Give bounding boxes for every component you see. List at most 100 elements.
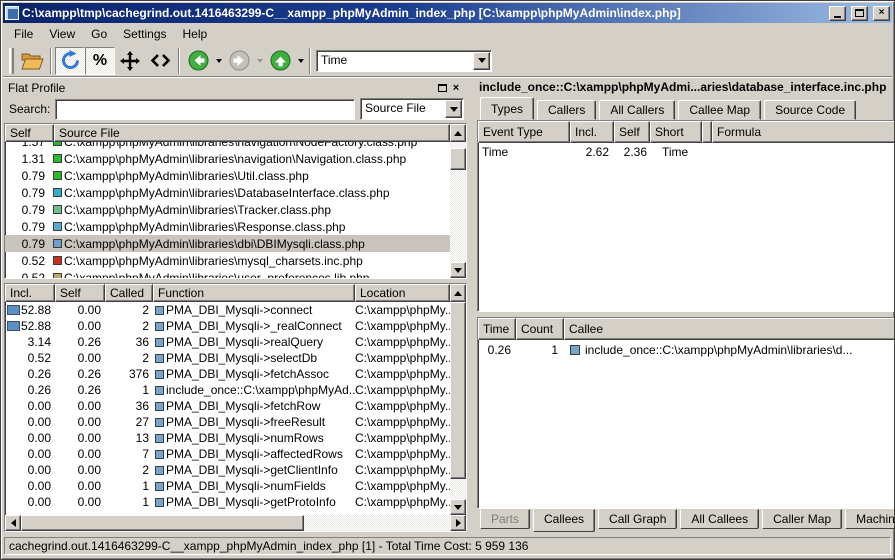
table-row[interactable]: 0.000.002PMA_DBI_Mysqli->getClientInfoC:…: [5, 462, 450, 478]
combo-arrow-button[interactable]: [473, 52, 490, 70]
column-header-self[interactable]: Self: [614, 121, 650, 143]
table-row[interactable]: 3.140.2636PMA_DBI_Mysqli->realQueryC:\xa…: [5, 334, 450, 350]
group-by-combobox[interactable]: Source File: [360, 98, 464, 120]
list-item-selected[interactable]: 0.79C:\xampp\phpMyAdmin\libraries\dbi\DB…: [5, 235, 450, 252]
toolbar-handle[interactable]: [9, 48, 14, 74]
column-header-formula[interactable]: Formula: [712, 121, 895, 143]
open-file-button[interactable]: [17, 47, 47, 75]
table-row[interactable]: 0.520.002PMA_DBI_Mysqli->selectDbC:\xamp…: [5, 350, 450, 366]
vertical-splitter[interactable]: [467, 78, 477, 534]
tab-callers[interactable]: Callers: [537, 100, 596, 120]
list-item[interactable]: 0.52C:\xampp\phpMyAdmin\libraries\user_p…: [5, 269, 450, 278]
column-header-time[interactable]: Time: [478, 318, 516, 340]
event-type-combobox[interactable]: Time: [316, 50, 492, 72]
menu-help[interactable]: Help: [175, 25, 216, 43]
column-header-self[interactable]: Self: [55, 284, 105, 302]
relative-cost-button[interactable]: [145, 47, 175, 75]
scroll-right-button[interactable]: [450, 515, 466, 531]
table-row[interactable]: 0.260.26376PMA_DBI_Mysqli->fetchAssocC:\…: [5, 366, 450, 382]
list-item[interactable]: 0.52C:\xampp\phpMyAdmin\libraries\mysql_…: [5, 252, 450, 269]
table-row[interactable]: 0.260.261include_once::C:\xampp\phpMyAd.…: [5, 382, 450, 398]
table-row[interactable]: 52.880.002PMA_DBI_Mysqli->_realConnectC:…: [5, 318, 450, 334]
column-header-count[interactable]: Count: [516, 318, 564, 340]
column-header-callee[interactable]: Callee: [564, 318, 895, 340]
table-row[interactable]: Time 2.62 2.36 Time: [478, 143, 895, 161]
expand-depth-button[interactable]: [115, 47, 145, 75]
forward-dropdown[interactable]: [254, 47, 265, 75]
percent-icon: %: [93, 52, 107, 70]
forward-button[interactable]: [224, 47, 254, 75]
column-header-event-type[interactable]: Event Type: [478, 121, 570, 143]
scroll-down-button[interactable]: [450, 262, 466, 278]
table-row[interactable]: 0.26 1 include_once::C:\xampp\phpMyAdmin…: [478, 340, 895, 359]
dock-title-bar[interactable]: Flat Profile ×: [4, 79, 467, 96]
tab-all-callers[interactable]: All Callers: [599, 100, 675, 120]
table-row[interactable]: 0.000.0036PMA_DBI_Mysqli->fetchRowC:\xam…: [5, 398, 450, 414]
maximize-button[interactable]: [851, 6, 868, 21]
table-row[interactable]: 0.000.001PMA_DBI_Mysqli->numFieldsC:\xam…: [5, 478, 450, 494]
scrollbar-thumb[interactable]: [450, 148, 466, 170]
column-header-location[interactable]: Location: [355, 284, 450, 302]
dock-float-button[interactable]: [435, 81, 449, 94]
table-row[interactable]: 0.000.0027PMA_DBI_Mysqli->freeResultC:\x…: [5, 414, 450, 430]
menu-go[interactable]: Go: [83, 25, 115, 43]
list-item[interactable]: 0.79C:\xampp\phpMyAdmin\libraries\Respon…: [5, 218, 450, 235]
combo-arrow-button[interactable]: [445, 100, 462, 118]
scroll-up-button[interactable]: [450, 284, 466, 302]
scroll-up-button[interactable]: [450, 124, 466, 142]
table-row[interactable]: 0.000.007PMA_DBI_Mysqli->affectedRowsC:\…: [5, 446, 450, 462]
tab-machine[interactable]: Machine: [845, 509, 895, 529]
dock-close-button[interactable]: ×: [449, 81, 463, 94]
tab-caller-map[interactable]: Caller Map: [762, 509, 842, 529]
called-value: 36: [105, 335, 153, 349]
tab-call-graph[interactable]: Call Graph: [598, 509, 677, 529]
float-icon: [438, 84, 447, 92]
list-item[interactable]: 0.79C:\xampp\phpMyAdmin\libraries\Tracke…: [5, 201, 450, 218]
column-header-incl[interactable]: Incl.: [5, 284, 55, 302]
column-header-self[interactable]: Self: [5, 124, 54, 142]
close-icon: ×: [879, 8, 885, 18]
search-input[interactable]: [55, 99, 355, 120]
tab-all-callees[interactable]: All Callees: [680, 509, 759, 529]
file-path: C:\xampp\phpMyAdmin\libraries\user_prefe…: [64, 271, 369, 279]
table-row[interactable]: 0.000.001PMA_DBI_Mysqli->getProtoInfoC:\…: [5, 494, 450, 510]
scroll-left-button[interactable]: [5, 515, 21, 531]
file-color-icon: [53, 154, 62, 163]
percent-toggle-button[interactable]: %: [85, 47, 115, 75]
tab-callees[interactable]: Callees: [533, 509, 595, 532]
tab-callee-map[interactable]: Callee Map: [678, 100, 761, 120]
table-row[interactable]: 52.880.002PMA_DBI_Mysqli->connectC:\xamp…: [5, 302, 450, 318]
minimize-button[interactable]: [829, 6, 846, 21]
list-item[interactable]: 0.79C:\xampp\phpMyAdmin\libraries\Util.c…: [5, 167, 450, 184]
column-header-incl[interactable]: Incl.: [570, 121, 614, 143]
back-dropdown[interactable]: [213, 47, 224, 75]
location-value: C:\xampp\phpMy...: [355, 447, 450, 461]
tab-source-code[interactable]: Source Code: [764, 100, 856, 120]
move-arrows-icon: [119, 50, 141, 72]
up-dropdown[interactable]: [295, 47, 306, 75]
scrollbar-thumb[interactable]: [21, 515, 304, 531]
scroll-down-button[interactable]: [450, 499, 466, 515]
horizontal-scrollbar[interactable]: [5, 515, 466, 531]
menu-settings[interactable]: Settings: [115, 25, 174, 43]
up-button[interactable]: [265, 47, 295, 75]
scrollbar-thumb[interactable]: [450, 302, 466, 479]
column-header-function[interactable]: Function: [153, 284, 355, 302]
vertical-scrollbar[interactable]: [450, 142, 466, 278]
file-color-icon: [53, 222, 62, 231]
column-header-short[interactable]: Short: [650, 121, 702, 143]
menu-view[interactable]: View: [41, 25, 83, 43]
column-header-called[interactable]: Called: [105, 284, 153, 302]
tab-types[interactable]: Types: [480, 97, 534, 120]
reload-button[interactable]: [55, 47, 85, 75]
column-header-source-file[interactable]: Source File: [54, 124, 450, 142]
back-button[interactable]: [183, 47, 213, 75]
table-row[interactable]: 0.000.0013PMA_DBI_Mysqli->numRowsC:\xamp…: [5, 430, 450, 446]
close-button[interactable]: ×: [873, 6, 890, 21]
table-header: Event Type Incl. Self Short Formula: [478, 121, 895, 143]
list-item[interactable]: 1.31C:\xampp\phpMyAdmin\libraries\naviga…: [5, 150, 450, 167]
vertical-scrollbar[interactable]: [450, 302, 466, 515]
list-item[interactable]: 0.79C:\xampp\phpMyAdmin\libraries\Databa…: [5, 184, 450, 201]
menu-file[interactable]: File: [6, 25, 41, 43]
list-item[interactable]: 1.57C:\xampp\phpMyAdmin\libraries\naviga…: [5, 142, 450, 150]
